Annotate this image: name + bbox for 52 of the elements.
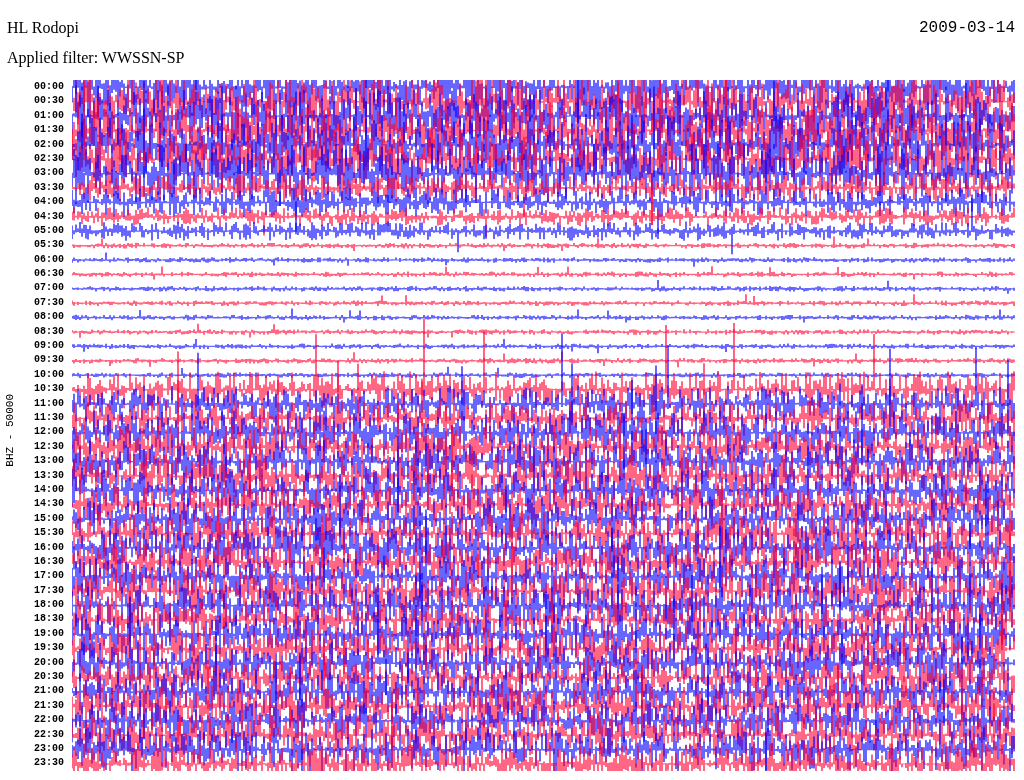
time-label: 13:00 [34, 454, 64, 469]
time-label: 07:30 [34, 295, 64, 310]
time-label: 20:00 [34, 655, 64, 670]
date-label: 2009-03-14 [919, 18, 1016, 38]
time-label: 11:30 [34, 411, 64, 425]
time-label: 05:00 [34, 223, 64, 238]
time-label: 22:00 [34, 713, 64, 728]
time-label: 21:00 [34, 684, 64, 699]
time-label: 09:30 [34, 353, 64, 368]
time-label: 06:30 [34, 267, 64, 282]
time-label: 19:30 [34, 641, 64, 656]
time-label: 02:00 [34, 137, 64, 152]
time-label: 19:00 [34, 626, 64, 641]
time-label: 09:00 [34, 339, 64, 354]
time-label: 15:00 [34, 511, 64, 526]
time-label: 17:30 [34, 583, 64, 598]
time-label: 00:00 [34, 80, 64, 94]
time-label: 23:00 [34, 741, 64, 756]
time-label: 11:00 [34, 396, 64, 411]
time-label: 08:30 [34, 324, 64, 339]
time-label: 04:30 [34, 209, 64, 224]
time-label: 12:30 [34, 439, 64, 454]
time-label: 00:30 [34, 94, 64, 109]
time-label: 21:30 [34, 698, 64, 713]
time-label: 15:30 [34, 526, 64, 541]
time-label: 10:30 [34, 382, 64, 397]
time-label: 12:00 [34, 425, 64, 440]
channel-label: BHZ - 50000 [2, 393, 17, 467]
time-label: 07:00 [34, 281, 64, 296]
time-label: 13:30 [34, 468, 64, 483]
time-label: 17:00 [34, 569, 64, 584]
time-label: 16:30 [34, 554, 64, 569]
time-label: 14:00 [34, 482, 64, 497]
time-label: 08:00 [34, 310, 64, 325]
time-label: 05:30 [34, 238, 64, 253]
time-label: 22:30 [34, 727, 64, 742]
time-label: 03:00 [34, 166, 64, 181]
time-label: 06:00 [34, 252, 64, 267]
time-label: 18:00 [34, 598, 64, 613]
station-name: HL Rodopi [7, 18, 80, 38]
time-label: 23:30 [34, 756, 64, 771]
time-label: 01:30 [34, 123, 64, 138]
time-label: 10:00 [34, 367, 64, 382]
time-label: 03:30 [34, 180, 64, 195]
time-label: 01:00 [34, 108, 64, 123]
time-label: 14:30 [34, 497, 64, 512]
filter-label: Applied filter: WWSSN-SP [7, 48, 185, 68]
time-label: 04:00 [34, 195, 64, 210]
time-label: 16:00 [34, 540, 64, 555]
time-label: 18:30 [34, 612, 64, 627]
time-label: 02:30 [34, 151, 64, 166]
time-label: 20:30 [34, 670, 64, 684]
